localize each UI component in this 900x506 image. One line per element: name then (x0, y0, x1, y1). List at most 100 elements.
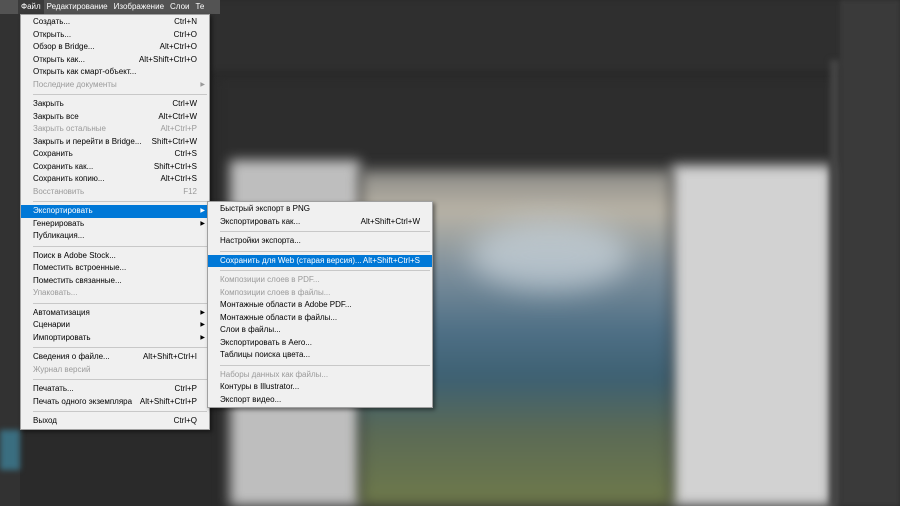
export-menu-item[interactable]: Композиции слоев в PDF... (208, 274, 432, 287)
file-menu-item-label: Сценарии (33, 320, 70, 329)
file-menu-item[interactable]: Открыть как смарт-объект... (21, 66, 209, 79)
file-menu-item-shortcut: Shift+Ctrl+S (153, 161, 197, 171)
menu-separator (220, 364, 430, 366)
file-menu-item[interactable]: Экспортировать ▶ (21, 205, 209, 218)
menu-separator (33, 302, 207, 304)
export-submenu: Быстрый экспорт в PNG Экспортировать как.… (207, 201, 433, 408)
file-menu-item[interactable]: Поместить связанные... (21, 275, 209, 288)
menubar-image[interactable]: Изображение (111, 0, 167, 14)
export-menu-item[interactable]: Быстрый экспорт в PNG (208, 203, 432, 216)
export-menu-item[interactable]: Контуры в Illustrator... (208, 381, 432, 394)
file-menu-item-shortcut: Ctrl+Q (173, 416, 197, 425)
menubar-file[interactable]: Файл (18, 0, 44, 14)
file-menu-item[interactable]: Упаковать... (21, 287, 209, 300)
file-menu-item[interactable]: Создать... Ctrl+N (21, 16, 209, 29)
file-menu-item-label: Импортировать (33, 332, 91, 342)
submenu-arrow-icon: ▶ (200, 322, 205, 328)
file-menu-item[interactable]: Открыть как... Alt+Shift+Ctrl+O (21, 54, 209, 67)
menubar-edit[interactable]: Редактирование (44, 0, 111, 14)
export-menu-item-label: Таблицы поиска цвета... (220, 350, 311, 359)
file-menu-item-shortcut: Alt+Ctrl+O (159, 42, 197, 51)
file-menu: Создать... Ctrl+N Открыть... Ctrl+O Обзор в … (20, 14, 210, 430)
file-menu-item[interactable]: Восстановить F12 (21, 186, 209, 199)
menubar-layers[interactable]: Слои (167, 0, 192, 14)
submenu-arrow-icon: ▶ (200, 334, 205, 341)
export-menu-item[interactable]: Экспорт видео... (208, 394, 432, 407)
file-menu-item[interactable]: Журнал версий (21, 364, 209, 377)
export-menu-item-label: Быстрый экспорт в PNG (220, 204, 310, 213)
file-menu-item-shortcut: Alt+Ctrl+S (160, 174, 197, 183)
file-menu-item-label: Поместить встроенные... (33, 263, 127, 272)
menu-separator (33, 245, 207, 247)
file-menu-item-shortcut: Alt+Ctrl+P (160, 124, 197, 133)
file-menu-item[interactable]: Печать одного экземпляра Alt+Shift+Ctrl+P (21, 396, 209, 409)
menu-separator (33, 201, 207, 202)
file-menu-item[interactable]: Закрыть остальные Alt+Ctrl+P (21, 123, 209, 136)
file-menu-item-label: Создать... (33, 17, 71, 26)
export-menu-item[interactable]: Настройки экспорта... (208, 235, 432, 248)
file-menu-item[interactable]: Выход Ctrl+Q (21, 415, 209, 428)
file-menu-item-label: Закрыть и перейти в Bridge... (33, 136, 142, 146)
file-menu-item[interactable]: Импортировать ▶ (21, 332, 209, 345)
export-menu-item[interactable]: Слои в файлы... (208, 324, 432, 337)
file-menu-item-label: Упаковать... (33, 288, 78, 297)
file-menu-item-label: Открыть как... (33, 54, 85, 64)
export-menu-item-label: Монтажные области в Adobe PDF... (220, 300, 352, 309)
file-menu-item-label: Поиск в Adobe Stock... (33, 250, 116, 260)
file-menu-item-label: Поместить связанные... (33, 275, 122, 285)
export-menu-item-label: Композиции слоев в PDF... (220, 275, 320, 284)
tool-icon (0, 430, 20, 470)
file-menu-item-label: Публикация... (33, 231, 85, 240)
menubar-text[interactable]: Те (192, 0, 207, 14)
submenu-arrow-icon: ▶ (200, 81, 205, 88)
file-menu-item-label: Генерировать (33, 218, 85, 228)
file-menu-item[interactable]: Поиск в Adobe Stock... (21, 250, 209, 263)
file-menu-item[interactable]: Закрыть Ctrl+W (21, 98, 209, 111)
submenu-arrow-icon: ▶ (200, 220, 205, 227)
submenu-arrow-icon: ▶ (200, 309, 205, 316)
export-menu-item-label: Экспортировать как... (220, 216, 301, 226)
export-menu-item[interactable]: Монтажные области в Adobe PDF... (208, 299, 432, 312)
file-menu-item-label: Печатать... (33, 384, 74, 393)
export-menu-item[interactable]: Сохранить для Web (старая версия)... Alt+… (208, 254, 432, 267)
file-menu-item-shortcut: Ctrl+N (174, 17, 197, 26)
file-menu-item-label: Сведения о файле... (33, 352, 110, 361)
export-menu-item-shortcut: Alt+Shift+Ctrl+S (362, 255, 420, 265)
file-menu-item[interactable]: Поместить встроенные... (21, 262, 209, 275)
menu-separator (220, 270, 430, 271)
export-menu-item[interactable]: Монтажные области в файлы... (208, 312, 432, 325)
menu-separator (33, 411, 207, 412)
file-menu-item-shortcut: Alt+Shift+Ctrl+P (139, 396, 197, 406)
file-menu-item-shortcut: Alt+Ctrl+W (158, 111, 197, 121)
file-menu-item-label: Сохранить копию... (33, 174, 105, 183)
export-menu-item[interactable]: Таблицы поиска цвета... (208, 349, 432, 362)
file-menu-item-label: Закрыть все (33, 111, 79, 121)
file-menu-item-label: Закрыть остальные (33, 124, 106, 133)
file-menu-item[interactable]: Сведения о файле... Alt+Shift+Ctrl+I (21, 351, 209, 364)
file-menu-item-label: Последние документы (33, 79, 117, 89)
file-menu-item[interactable]: Открыть... Ctrl+O (21, 29, 209, 42)
file-menu-item-label: Закрыть (33, 99, 64, 108)
export-menu-item[interactable]: Композиции слоев в файлы... (208, 287, 432, 300)
export-menu-item[interactable]: Наборы данных как файлы... (208, 369, 432, 382)
export-menu-item-label: Контуры в Illustrator... (220, 382, 300, 391)
file-menu-item[interactable]: Сохранить копию... Alt+Ctrl+S (21, 173, 209, 186)
file-menu-item[interactable]: Закрыть и перейти в Bridge... Shift+Ctrl+… (21, 136, 209, 149)
file-menu-item[interactable]: Автоматизация ▶ (21, 307, 209, 320)
menu-separator (220, 250, 430, 252)
file-menu-item[interactable]: Сценарии ▶ (21, 319, 209, 332)
file-menu-item[interactable]: Последние документы ▶ (21, 79, 209, 92)
file-menu-item[interactable]: Закрыть все Alt+Ctrl+W (21, 111, 209, 124)
file-menu-item[interactable]: Публикация... (21, 230, 209, 243)
file-menu-item[interactable]: Сохранить Ctrl+S (21, 148, 209, 161)
file-menu-item-label: Восстановить (33, 186, 85, 196)
file-menu-item-shortcut: Ctrl+P (174, 384, 197, 393)
file-menu-item-label: Сохранить (33, 149, 73, 158)
file-menu-item[interactable]: Генерировать ▶ (21, 218, 209, 231)
file-menu-item[interactable]: Обзор в Bridge... Alt+Ctrl+O (21, 41, 209, 54)
file-menu-item[interactable]: Печатать... Ctrl+P (21, 383, 209, 396)
file-menu-item[interactable]: Сохранить как... Shift+Ctrl+S (21, 161, 209, 174)
export-menu-item[interactable]: Экспортировать в Aero... (208, 337, 432, 350)
export-menu-item[interactable]: Экспортировать как... Alt+Shift+Ctrl+W (208, 216, 432, 229)
export-menu-item-label: Наборы данных как файлы... (220, 369, 329, 379)
